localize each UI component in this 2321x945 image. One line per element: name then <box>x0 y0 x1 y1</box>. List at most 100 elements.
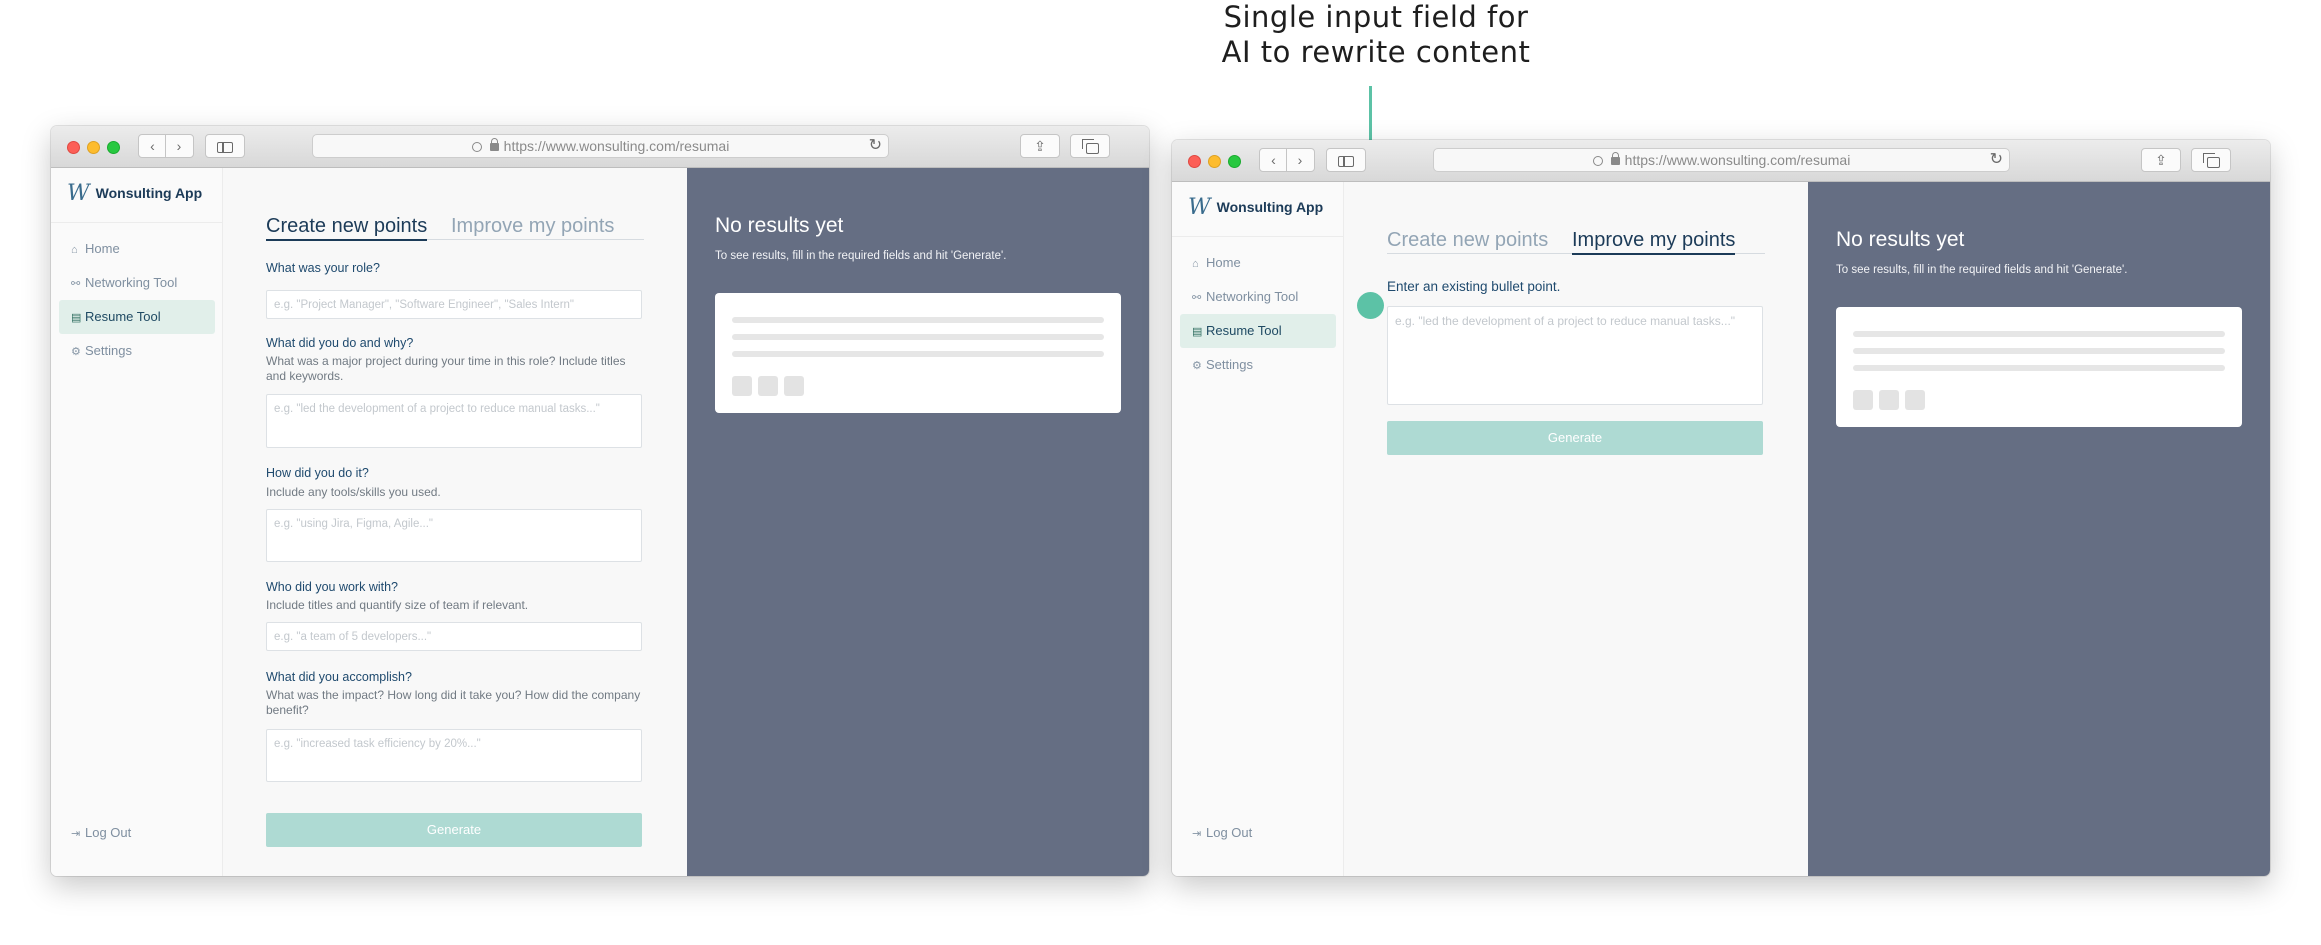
resume-form-panel: Create new points Improve my points What… <box>223 168 687 876</box>
skeleton-line <box>732 351 1104 357</box>
share-button[interactable]: ⇪ <box>2141 148 2181 172</box>
app-sidebar: W Wonsulting App ⌂ Home ⚯ Networking Tool … <box>1172 182 1344 876</box>
tabs-icon <box>2202 153 2220 168</box>
sidebar-item-settings[interactable]: ⚙ Settings <box>1180 348 1336 382</box>
close-window-button[interactable] <box>67 141 80 154</box>
show-tabs-button[interactable] <box>2191 148 2231 172</box>
how-textarea[interactable]: e.g. "using Jira, Figma, Agile..." <box>266 509 642 562</box>
sidebar-item-resume-tool[interactable]: ▤ Resume Tool <box>59 300 215 334</box>
url-text: https://www.wonsulting.com/resumai <box>503 138 730 154</box>
minimize-window-button[interactable] <box>87 141 100 154</box>
tab-bar: Create new points Improve my points <box>266 214 644 241</box>
sidebar-item-label: Home <box>85 241 120 256</box>
app-logo[interactable]: W Wonsulting App <box>67 181 203 206</box>
sidebar-toggle-button[interactable] <box>1326 148 1366 172</box>
results-title: No results yet <box>715 214 844 237</box>
skeleton-button <box>1879 390 1899 410</box>
app-logo[interactable]: W Wonsulting App <box>1188 194 1323 220</box>
back-icon[interactable]: ‹ <box>1261 149 1287 171</box>
forward-icon[interactable]: › <box>166 135 192 157</box>
callout-line-1: Single input field for <box>1223 0 1529 34</box>
maximize-window-button[interactable] <box>107 141 120 154</box>
generate-button[interactable]: Generate <box>266 813 642 847</box>
skeleton-button <box>1905 390 1925 410</box>
tab-improve-my-points[interactable]: Improve my points <box>1572 228 1736 255</box>
browser-titlebar: ‹ › https://www.wonsulting.com/resumai ↻ … <box>51 126 1149 168</box>
resume-form-panel: Create new points Improve my points Ente… <box>1344 182 1808 876</box>
sidebar-item-networking-tool[interactable]: ⚯ Networking Tool <box>59 266 215 300</box>
search-icon <box>471 142 482 152</box>
sidebar-icon <box>217 142 233 153</box>
network-icon: ⚯ <box>71 278 81 290</box>
generate-button[interactable]: Generate <box>1387 421 1763 455</box>
question-accomplish-help: What was the impact? How long did it tak… <box>266 688 641 717</box>
question-what-help: What was a major project during your tim… <box>266 354 626 383</box>
sidebar-item-settings[interactable]: ⚙ Settings <box>59 334 215 368</box>
tab-create-new-points[interactable]: Create new points <box>1387 228 1548 252</box>
logout-label: Log Out <box>1206 825 1253 840</box>
show-tabs-button[interactable] <box>1070 134 1110 158</box>
history-nav-buttons: ‹ › <box>1259 148 1315 172</box>
sidebar-item-label: Home <box>1206 255 1241 270</box>
history-nav-buttons: ‹ › <box>138 134 194 158</box>
skeleton-line <box>732 317 1104 323</box>
share-icon: ⇪ <box>1034 138 1046 154</box>
results-panel: No results yet To see results, fill in t… <box>1808 182 2270 876</box>
results-subtitle: To see results, fill in the required fie… <box>1836 264 2128 276</box>
back-icon[interactable]: ‹ <box>140 135 166 157</box>
sidebar-item-label: Networking Tool <box>85 275 178 290</box>
forward-icon[interactable]: › <box>1287 149 1313 171</box>
logout-icon: ⇥ <box>1192 828 1202 840</box>
home-icon: ⌂ <box>71 244 78 256</box>
lock-icon <box>489 138 499 151</box>
results-panel: No results yet To see results, fill in t… <box>687 168 1149 876</box>
minimize-window-button[interactable] <box>1208 155 1221 168</box>
tabs-icon <box>1081 139 1099 154</box>
skeleton-button <box>1853 390 1873 410</box>
sidebar-item-label: Networking Tool <box>1206 289 1299 304</box>
reload-icon[interactable]: ↻ <box>1990 149 2003 171</box>
close-window-button[interactable] <box>1188 155 1201 168</box>
sidebar-item-networking-tool[interactable]: ⚯ Networking Tool <box>1180 280 1336 314</box>
what-textarea[interactable]: e.g. "led the development of a project t… <box>266 394 642 448</box>
question-how-label: How did you do it? <box>266 466 369 480</box>
question-role-label: What was your role? <box>266 261 380 275</box>
address-bar[interactable]: https://www.wonsulting.com/resumai ↻ <box>312 134 889 158</box>
document-icon: ▤ <box>1192 326 1203 338</box>
sidebar-item-resume-tool[interactable]: ▤ Resume Tool <box>1180 314 1336 348</box>
existing-bullet-textarea[interactable]: e.g. "led the development of a project t… <box>1387 306 1763 405</box>
sidebar-toggle-button[interactable] <box>205 134 245 158</box>
document-icon: ▤ <box>71 312 82 324</box>
question-how-help: Include any tools/skills you used. <box>266 485 441 499</box>
share-icon: ⇪ <box>2155 152 2167 168</box>
logout-button[interactable]: ⇥ Log Out <box>59 816 215 850</box>
results-title: No results yet <box>1836 228 1965 251</box>
existing-bullet-label: Enter an existing bullet point. <box>1387 279 1561 294</box>
accomplish-textarea[interactable]: e.g. "increased task efficiency by 20%..… <box>266 729 642 782</box>
app-sidebar: W Wonsulting App ⌂ Home ⚯ Networking Tool … <box>51 168 223 876</box>
address-bar[interactable]: https://www.wonsulting.com/resumai ↻ <box>1433 148 2010 172</box>
question-who-help: Include titles and quantify size of team… <box>266 598 529 612</box>
sidebar-item-label: Settings <box>85 343 132 358</box>
tab-create-new-points[interactable]: Create new points <box>266 214 428 241</box>
reload-icon[interactable]: ↻ <box>869 135 882 157</box>
sidebar-divider <box>1172 236 1343 237</box>
maximize-window-button[interactable] <box>1228 155 1241 168</box>
skeleton-line <box>1853 331 2225 337</box>
role-input[interactable]: e.g. "Project Manager", "Software Engine… <box>266 290 642 319</box>
sidebar-item-label: Resume Tool <box>85 309 161 324</box>
tab-improve-my-points[interactable]: Improve my points <box>451 214 614 238</box>
browser-window-create: ‹ › https://www.wonsulting.com/resumai ↻ … <box>51 126 1149 876</box>
who-input[interactable]: e.g. "a team of 5 developers..." <box>266 622 642 651</box>
sidebar-item-home[interactable]: ⌂ Home <box>1180 246 1336 280</box>
wonsulting-logo-icon: W <box>1188 194 1211 220</box>
sidebar-divider <box>51 222 222 223</box>
network-icon: ⚯ <box>1192 292 1202 304</box>
home-icon: ⌂ <box>1192 258 1199 270</box>
logout-button[interactable]: ⇥ Log Out <box>1180 816 1336 850</box>
results-placeholder-card <box>1836 307 2242 427</box>
app-name: Wonsulting App <box>95 185 203 201</box>
share-button[interactable]: ⇪ <box>1020 134 1060 158</box>
sidebar-item-home[interactable]: ⌂ Home <box>59 232 215 266</box>
lock-icon <box>1610 152 1620 165</box>
